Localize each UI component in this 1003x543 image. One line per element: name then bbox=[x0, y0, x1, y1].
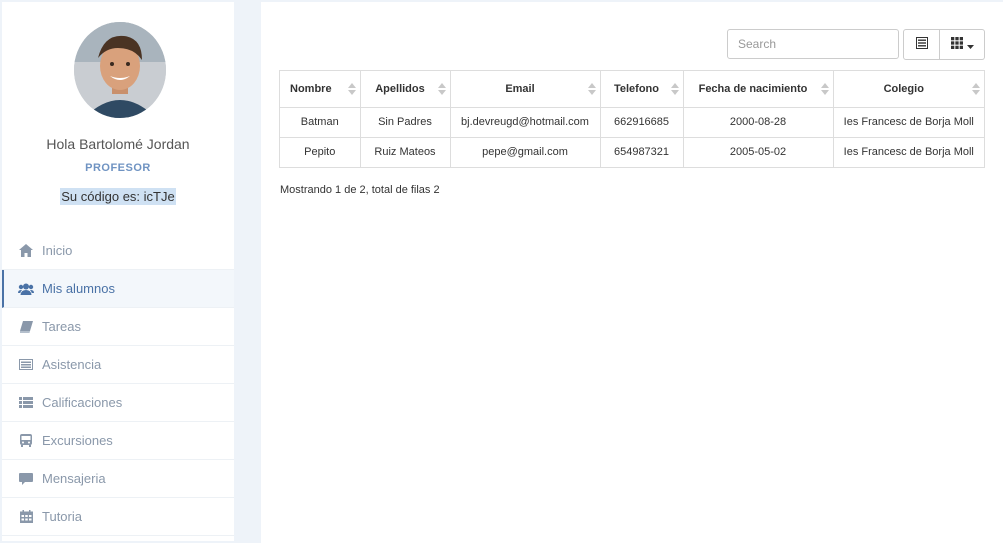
table-cell: pepe@gmail.com bbox=[450, 137, 601, 167]
table-body: Batman Sin Padres bj.devreugd@hotmail.com 6… bbox=[280, 107, 984, 167]
sidebar-item-tutoria[interactable]: Tutoria bbox=[2, 498, 234, 536]
sidebar-item-inicio[interactable]: Inicio bbox=[2, 232, 234, 270]
sidebar: Hola Bartolomé Jordan PROFESOR Su código… bbox=[2, 2, 234, 541]
toggle-view-button[interactable] bbox=[903, 29, 940, 60]
sidebar-item-label: Tutoria bbox=[42, 509, 82, 524]
home-icon bbox=[18, 244, 34, 258]
column-header-label: Colegio bbox=[883, 82, 924, 95]
table-cell: 2005-05-02 bbox=[683, 137, 834, 167]
sidebar-item-label: Tareas bbox=[42, 319, 82, 334]
main-content: Nombre Apellidos Email Telefono Fecha de nac… bbox=[261, 2, 1003, 543]
column-header-label: Apellidos bbox=[375, 82, 425, 95]
sidebar-item-tareas[interactable]: Tareas bbox=[2, 308, 234, 346]
column-header[interactable]: Apellidos bbox=[360, 71, 451, 108]
caret-down-icon bbox=[966, 36, 974, 54]
column-header[interactable]: Telefono bbox=[600, 71, 684, 108]
book-icon bbox=[18, 320, 34, 334]
column-header[interactable]: Colegio bbox=[833, 71, 984, 108]
table-cell: Pepito bbox=[280, 137, 361, 167]
search-input[interactable] bbox=[727, 29, 899, 59]
table-cell: 662916685 bbox=[600, 107, 684, 138]
sidebar-item-calificaciones[interactable]: Calificaciones bbox=[2, 384, 234, 422]
sidebar-item-excursiones[interactable]: Excursiones bbox=[2, 422, 234, 460]
sidebar-item-label: Excursiones bbox=[42, 433, 113, 448]
comment-icon bbox=[18, 472, 34, 486]
column-header-label: Email bbox=[505, 82, 535, 95]
sidebar-item-label: Calificaciones bbox=[42, 395, 123, 410]
teacher-code: Su código es: icTJe bbox=[60, 188, 176, 205]
table-row[interactable]: Pepito Ruiz Mateos pepe@gmail.com 654987321… bbox=[280, 137, 984, 167]
sidebar-item-asistencia[interactable]: Asistencia bbox=[2, 346, 234, 384]
table-cell: 654987321 bbox=[600, 137, 684, 167]
column-header[interactable]: Nombre bbox=[280, 71, 361, 108]
calendar-icon bbox=[18, 510, 34, 524]
table-cell: bj.devreugd@hotmail.com bbox=[450, 107, 601, 138]
sidebar-item-mensajeria[interactable]: Mensajeria bbox=[2, 460, 234, 498]
role-label: PROFESOR bbox=[85, 162, 151, 174]
column-header[interactable]: Fecha de nacimiento bbox=[683, 71, 834, 108]
sort-icon bbox=[670, 83, 679, 95]
sidebar-item-label: Mis alumnos bbox=[42, 281, 115, 296]
sidebar-item-mis-alumnos[interactable]: Mis alumnos bbox=[2, 270, 234, 308]
users-icon bbox=[18, 282, 34, 296]
table-cell: Sin Padres bbox=[360, 107, 451, 138]
greeting: Hola Bartolomé Jordan bbox=[46, 136, 190, 152]
sort-icon bbox=[820, 83, 829, 95]
table-cell: 2000-08-28 bbox=[683, 107, 834, 138]
table-cell: Ruiz Mateos bbox=[360, 137, 451, 167]
column-header-label: Fecha de nacimiento bbox=[698, 82, 808, 95]
sidebar-nav: Inicio Mis alumnos Tareas Asistencia Cal… bbox=[2, 232, 234, 536]
table-row[interactable]: Batman Sin Padres bj.devreugd@hotmail.com 6… bbox=[280, 107, 984, 138]
table-header-row: Nombre Apellidos Email Telefono Fecha de nac… bbox=[280, 71, 984, 108]
sort-icon bbox=[587, 83, 596, 95]
column-header[interactable]: Email bbox=[450, 71, 601, 108]
list-alt-icon bbox=[18, 358, 34, 372]
sidebar-item-label: Inicio bbox=[42, 243, 73, 258]
columns-button[interactable] bbox=[940, 29, 985, 60]
sidebar-item-label: Asistencia bbox=[42, 357, 102, 372]
list-icon bbox=[18, 396, 34, 410]
sort-icon bbox=[437, 83, 446, 95]
list-alt-icon bbox=[915, 36, 928, 54]
column-header-label: Telefono bbox=[613, 82, 659, 95]
students-table: Nombre Apellidos Email Telefono Fecha de nac… bbox=[279, 70, 985, 168]
sidebar-item-label: Mensajeria bbox=[42, 471, 106, 486]
table-toolbar bbox=[903, 29, 985, 60]
bus-icon bbox=[18, 434, 34, 448]
column-header-label: Nombre bbox=[290, 82, 332, 95]
avatar bbox=[74, 22, 166, 118]
pagination-summary: Mostrando 1 de 2, total de filas 2 bbox=[280, 184, 440, 196]
table-cell: Ies Francesc de Borja Moll bbox=[843, 146, 974, 159]
sort-icon bbox=[972, 83, 980, 95]
th-icon bbox=[950, 36, 963, 54]
code-wrap: Su código es: icTJe bbox=[2, 188, 234, 206]
table-cell: Batman bbox=[280, 107, 361, 138]
sort-icon bbox=[347, 83, 356, 95]
table-cell: Ies Francesc de Borja Moll bbox=[833, 107, 984, 138]
